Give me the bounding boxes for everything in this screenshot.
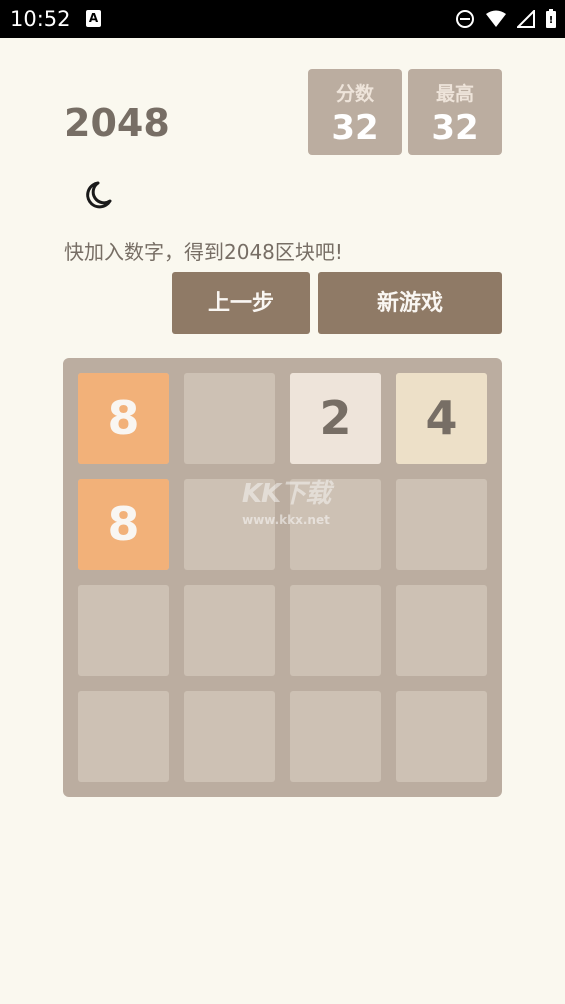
grid-cell [184, 479, 275, 570]
tile-4: 4 [396, 373, 487, 464]
tagline: 快加入数字，得到2048区块吧! [64, 240, 343, 264]
new-game-button[interactable]: 新游戏 [318, 272, 502, 334]
undo-button[interactable]: 上一步 [172, 272, 310, 334]
grid-cell [396, 691, 487, 782]
battery-icon: ! [546, 9, 556, 28]
game-board[interactable]: 8 24 8 [63, 358, 502, 797]
score-label: 分数 [335, 83, 374, 105]
best-score-label: 最高 [435, 83, 474, 105]
signal-icon [517, 10, 535, 28]
grid-cell [184, 691, 275, 782]
notification-a-icon: A [86, 10, 101, 27]
score-value: 32 [331, 108, 379, 148]
tile-8: 8 [78, 373, 169, 464]
best-score-box: 最高 32 [408, 69, 502, 155]
best-score-value: 32 [431, 108, 479, 148]
grid-cell [78, 585, 169, 676]
grid-cell [78, 691, 169, 782]
grid-cell [396, 585, 487, 676]
do-not-disturb-icon [456, 10, 474, 28]
status-time: 10:52 [10, 7, 71, 31]
grid-cell [290, 585, 381, 676]
grid-cell [184, 585, 275, 676]
grid-cell [184, 373, 275, 464]
game-title: 2048 [64, 101, 170, 145]
grid-cell [290, 691, 381, 782]
moon-icon[interactable] [78, 177, 114, 213]
svg-text:!: ! [549, 15, 554, 26]
grid-cell [396, 479, 487, 570]
status-bar: 10:52 A ! [0, 0, 565, 38]
tile-8: 8 [78, 479, 169, 570]
status-icons: ! [455, 8, 557, 30]
tile-2: 2 [290, 373, 381, 464]
wifi-icon [486, 10, 506, 27]
score-box: 分数 32 [308, 69, 402, 155]
grid-cell [290, 479, 381, 570]
